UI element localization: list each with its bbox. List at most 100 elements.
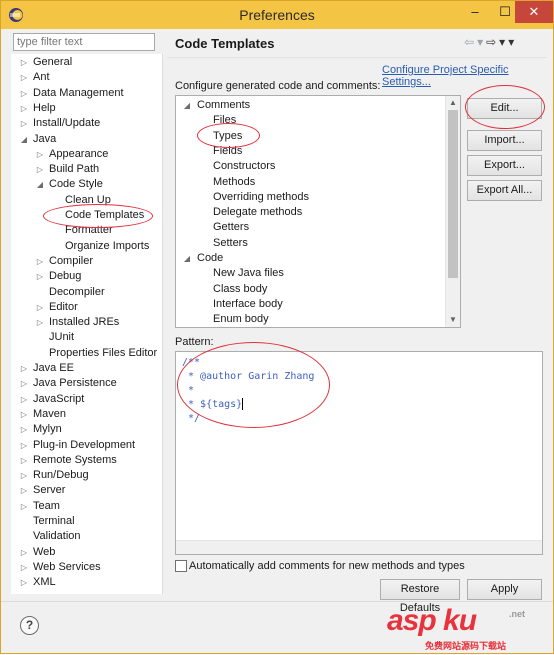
pattern-editor[interactable]: /** * @author Garin Zhang * * ${tags} */	[175, 351, 543, 555]
nav-tree-item[interactable]: ▷ Install/Update	[11, 116, 161, 131]
nav-tree-item[interactable]: ▷ Ant	[11, 70, 161, 85]
help-icon[interactable]: ?	[20, 616, 39, 635]
template-item[interactable]: Types	[176, 129, 444, 144]
collapsed-arrow-icon[interactable]: ▷	[35, 300, 45, 315]
nav-tree-item[interactable]: Decompiler	[11, 285, 161, 300]
nav-tree-item[interactable]: Properties Files Editor	[11, 346, 161, 361]
forward-dropdown-icon[interactable]: ▾	[499, 35, 505, 49]
collapsed-arrow-icon[interactable]: ▷	[19, 70, 29, 85]
template-item[interactable]: Enum body	[176, 312, 444, 327]
collapsed-arrow-icon[interactable]: ▷	[19, 376, 29, 391]
collapsed-arrow-icon[interactable]: ▷	[19, 438, 29, 453]
template-group[interactable]: ◢ Code	[176, 251, 444, 266]
nav-tree-item[interactable]: ▷ Server	[11, 483, 161, 498]
template-item[interactable]: Class body	[176, 282, 444, 297]
nav-tree-item[interactable]: Validation	[11, 529, 161, 544]
scroll-up-icon[interactable]: ▲	[446, 96, 460, 110]
scroll-thumb[interactable]	[448, 110, 458, 278]
template-item[interactable]: Methods	[176, 175, 444, 190]
configure-project-settings-link[interactable]: Configure Project Specific Settings...	[382, 64, 553, 88]
nav-tree-item[interactable]: Code Templates	[11, 208, 161, 223]
nav-tree-item[interactable]: ◢ Java	[11, 132, 161, 147]
nav-tree-item[interactable]: ▷ Java Persistence	[11, 376, 161, 391]
nav-tree-item[interactable]: Formatter	[11, 223, 161, 238]
collapsed-arrow-icon[interactable]: ▷	[35, 162, 45, 177]
edit-button[interactable]: Edit...	[467, 98, 542, 119]
collapsed-arrow-icon[interactable]: ▷	[19, 575, 29, 590]
nav-tree-item[interactable]: ▷ Appearance	[11, 147, 161, 162]
restore-defaults-button[interactable]: Restore Defaults	[380, 579, 460, 614]
minimize-button[interactable]: –	[461, 1, 489, 23]
nav-tree-item[interactable]: Organize Imports	[11, 239, 161, 254]
nav-tree-item[interactable]: ▷ JavaScript	[11, 392, 161, 407]
nav-tree-item[interactable]: ▷ Remote Systems	[11, 453, 161, 468]
collapsed-arrow-icon[interactable]: ▷	[19, 499, 29, 514]
nav-tree-item[interactable]: ▷ Java EE	[11, 361, 161, 376]
nav-tree-item[interactable]: ▷ Editor	[11, 300, 161, 315]
nav-tree-item[interactable]: ◢ Code Style	[11, 177, 161, 192]
template-item[interactable]: Files	[176, 113, 444, 128]
nav-tree-item[interactable]: ▷ Compiler	[11, 254, 161, 269]
collapsed-arrow-icon[interactable]: ▷	[19, 407, 29, 422]
scroll-down-icon[interactable]: ▼	[446, 313, 460, 327]
nav-tree-item[interactable]: ▷ XML	[11, 575, 161, 590]
export-button[interactable]: Export...	[467, 155, 542, 176]
collapsed-arrow-icon[interactable]: ▷	[19, 86, 29, 101]
nav-tree-item[interactable]: ▷ Maven	[11, 407, 161, 422]
template-group[interactable]: ◢ Comments	[176, 98, 444, 113]
collapsed-arrow-icon[interactable]: ▷	[35, 315, 45, 330]
back-arrow-icon[interactable]: ⇦	[464, 35, 474, 49]
collapsed-arrow-icon[interactable]: ▷	[19, 422, 29, 437]
apply-button[interactable]: Apply	[467, 579, 542, 600]
close-button[interactable]: ✕	[515, 1, 553, 23]
template-tree-scrollbar[interactable]: ▲ ▼	[445, 96, 460, 327]
expanded-arrow-icon[interactable]: ◢	[19, 132, 29, 147]
nav-tree-item[interactable]: Clean Up	[11, 193, 161, 208]
nav-tree-item[interactable]: ▷ General	[11, 55, 161, 70]
export-all-button[interactable]: Export All...	[467, 180, 542, 201]
template-item[interactable]: New Java files	[176, 266, 444, 281]
nav-tree-item[interactable]: ▷ Help	[11, 101, 161, 116]
collapsed-arrow-icon[interactable]: ▷	[19, 483, 29, 498]
import-button[interactable]: Import...	[467, 130, 542, 151]
collapsed-arrow-icon[interactable]: ▷	[19, 468, 29, 483]
nav-tree-item[interactable]: JUnit	[11, 330, 161, 345]
collapsed-arrow-icon[interactable]: ▷	[35, 254, 45, 269]
collapsed-arrow-icon[interactable]: ▷	[35, 269, 45, 284]
expanded-arrow-icon[interactable]: ◢	[35, 177, 45, 192]
template-item[interactable]: Setters	[176, 236, 444, 251]
nav-tree-item[interactable]: ▷ Build Path	[11, 162, 161, 177]
nav-tree-item[interactable]: ▷ Team	[11, 499, 161, 514]
nav-tree-item[interactable]: ▷ Web Services	[11, 560, 161, 575]
collapsed-arrow-icon[interactable]: ▷	[19, 101, 29, 116]
collapsed-arrow-icon[interactable]: ▷	[19, 560, 29, 575]
nav-tree-item[interactable]: ▷ Web	[11, 545, 161, 560]
expanded-arrow-icon[interactable]: ◢	[182, 251, 192, 266]
nav-tree-item[interactable]: ▷ Plug-in Development	[11, 438, 161, 453]
collapsed-arrow-icon[interactable]: ▷	[35, 147, 45, 162]
collapsed-arrow-icon[interactable]: ▷	[19, 545, 29, 560]
collapsed-arrow-icon[interactable]: ▷	[19, 453, 29, 468]
collapsed-arrow-icon[interactable]: ▷	[19, 55, 29, 70]
expanded-arrow-icon[interactable]: ◢	[182, 98, 192, 113]
template-item[interactable]: Fields	[176, 144, 444, 159]
template-item[interactable]: Interface body	[176, 297, 444, 312]
nav-tree-item[interactable]: ▷ Data Management	[11, 86, 161, 101]
back-dropdown-icon[interactable]: ▾	[477, 35, 483, 49]
template-item[interactable]: Constructors	[176, 159, 444, 174]
nav-tree-item[interactable]: ▷ Run/Debug	[11, 468, 161, 483]
view-menu-icon[interactable]: ▾	[508, 35, 514, 49]
template-item[interactable]: Getters	[176, 220, 444, 235]
template-item[interactable]: Delegate methods	[176, 205, 444, 220]
collapsed-arrow-icon[interactable]: ▷	[19, 361, 29, 376]
forward-arrow-icon[interactable]: ⇨	[486, 35, 496, 49]
nav-tree-item[interactable]: ▷ Mylyn	[11, 422, 161, 437]
template-item[interactable]: Overriding methods	[176, 190, 444, 205]
collapsed-arrow-icon[interactable]: ▷	[19, 116, 29, 131]
pattern-hscrollbar[interactable]	[176, 540, 542, 554]
auto-comments-checkbox[interactable]	[175, 560, 187, 572]
nav-tree-item[interactable]: ▷ Installed JREs	[11, 315, 161, 330]
filter-input[interactable]	[13, 33, 155, 51]
nav-tree-item[interactable]: Terminal	[11, 514, 161, 529]
nav-tree-item[interactable]: ▷ Debug	[11, 269, 161, 284]
